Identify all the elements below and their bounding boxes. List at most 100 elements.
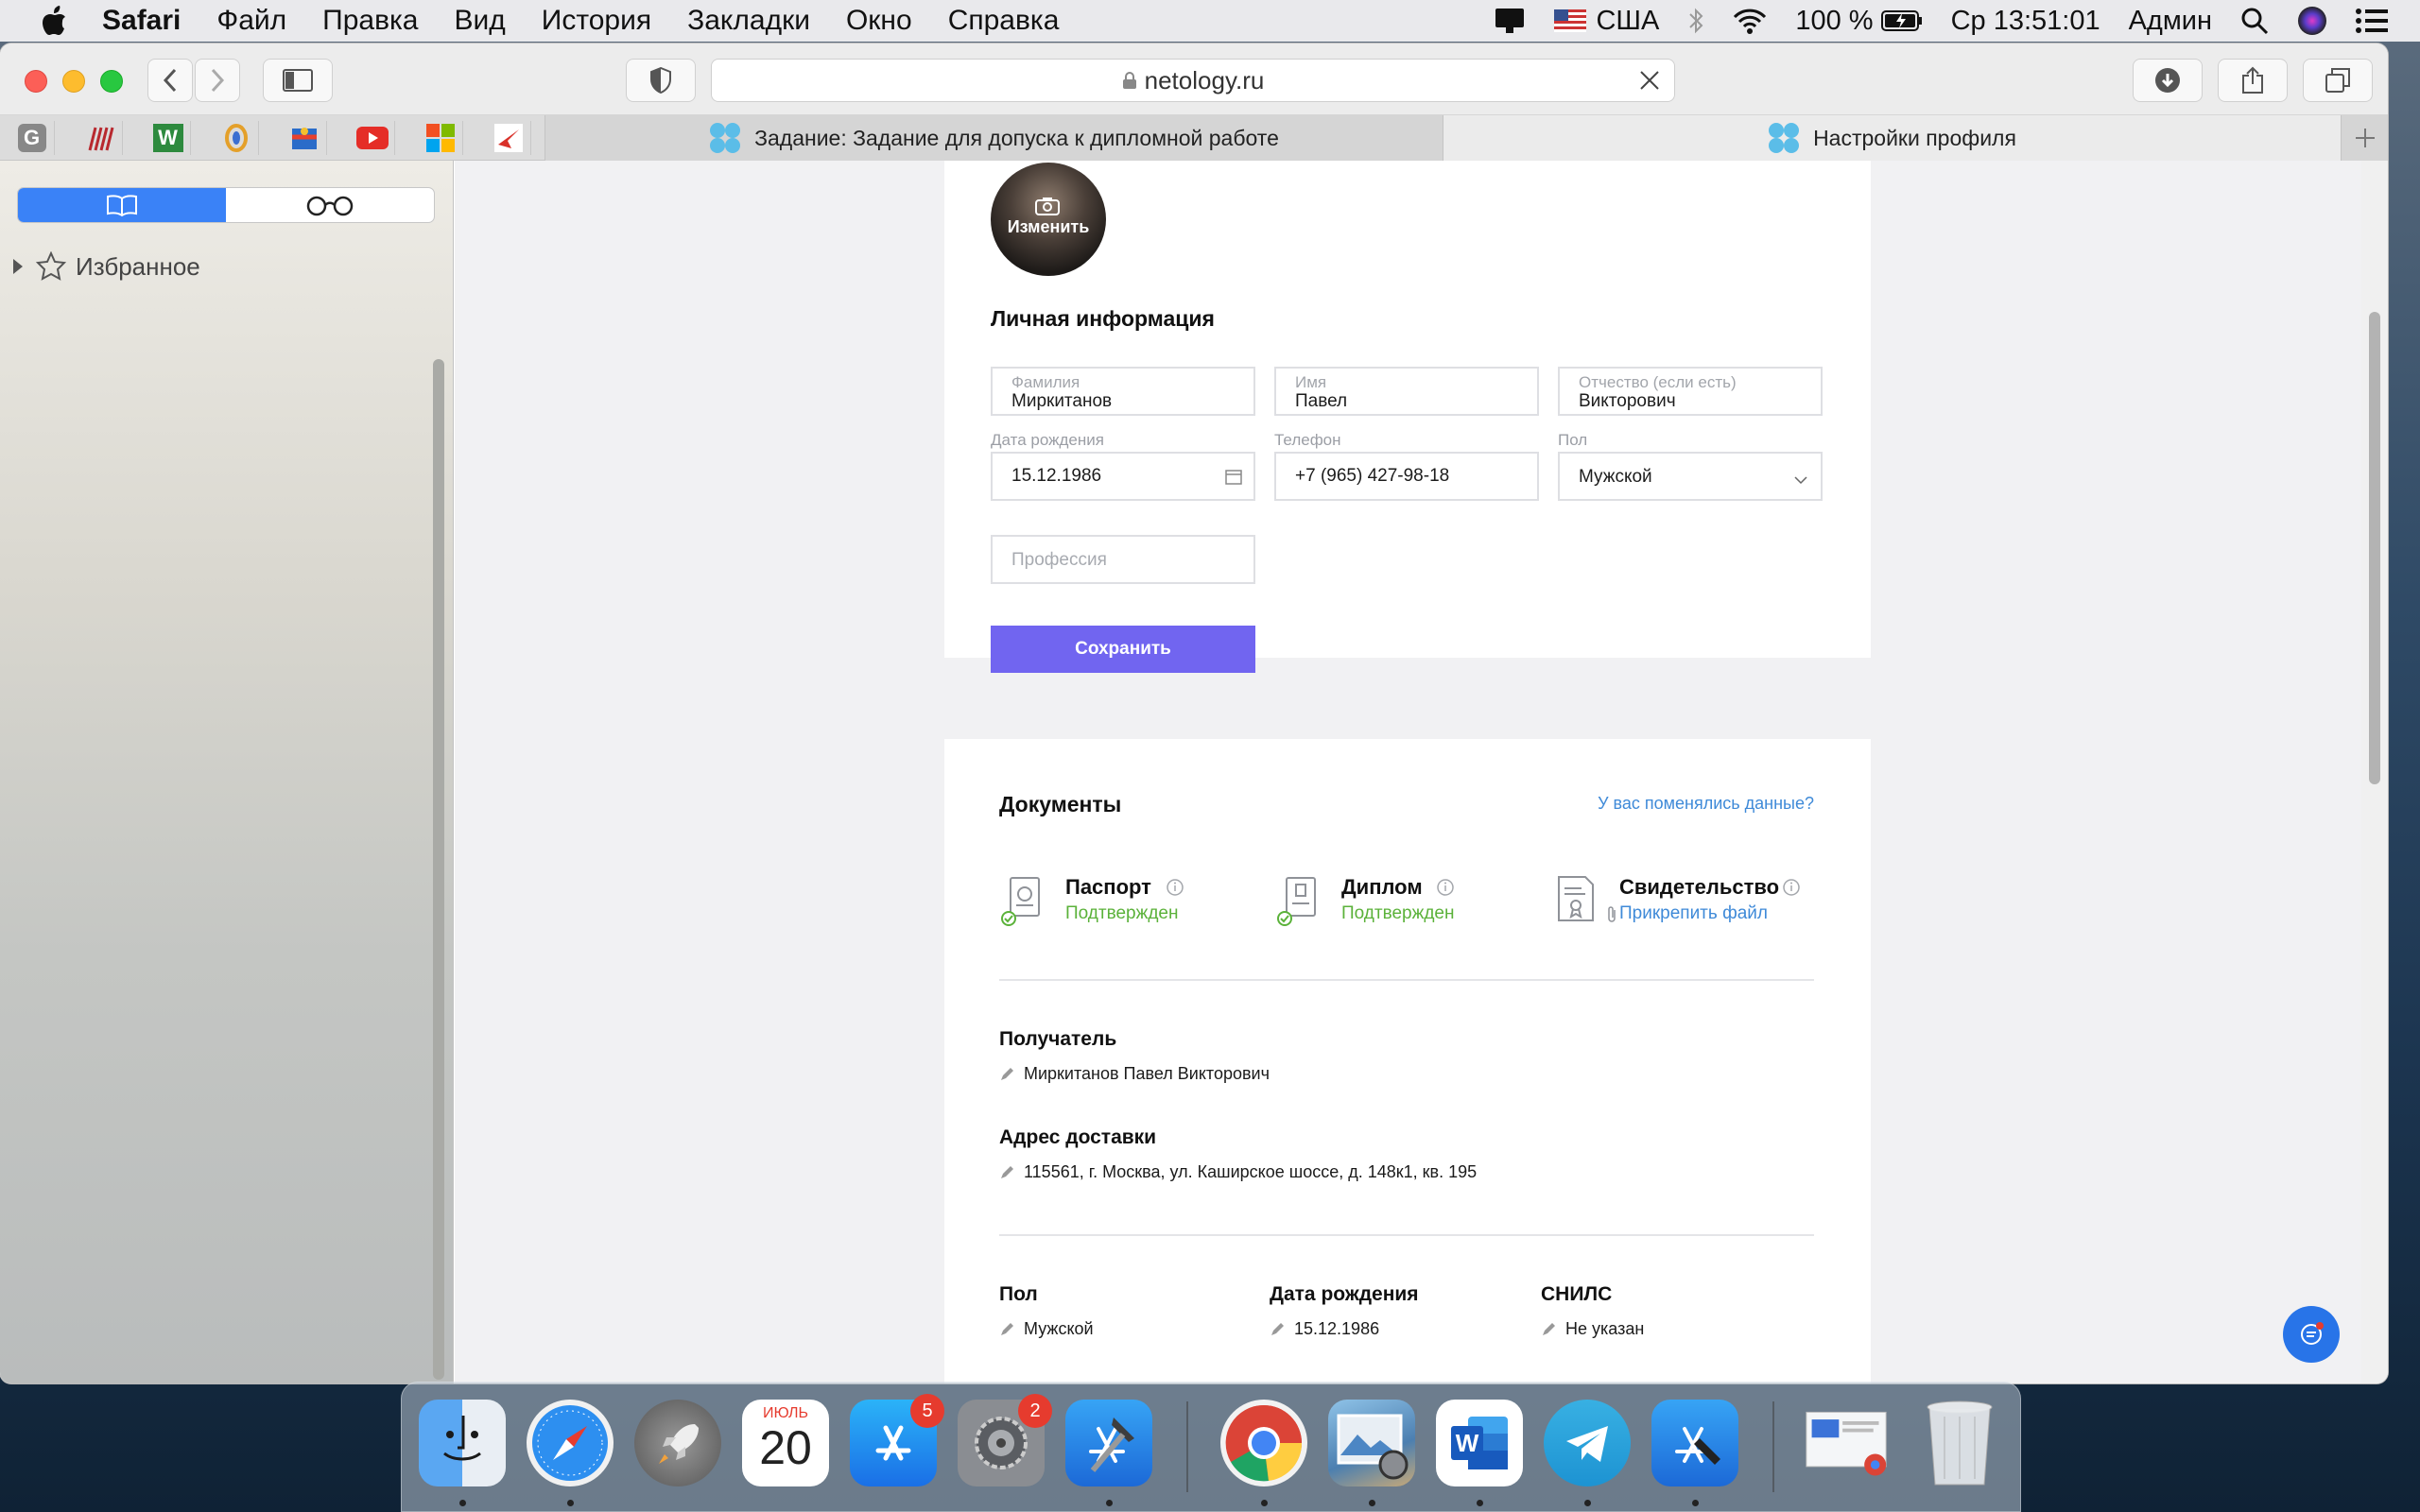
telegram-icon[interactable] [1544,1400,1631,1486]
downloads-button[interactable] [2133,59,2203,102]
xcode-beta-icon[interactable] [1651,1400,1738,1486]
safari-icon[interactable] [527,1400,614,1486]
finder-icon[interactable] [419,1400,506,1486]
profession-input[interactable]: Профессия [991,535,1255,584]
address-bar[interactable]: netology.ru [711,59,1675,102]
phone-field[interactable]: +7 (965) 427-98-18 [1274,452,1539,501]
tab-profile-settings[interactable]: Настройки профиля [1443,115,2341,161]
bookmark-youtube-icon[interactable] [350,121,395,155]
sidebar-item-favorites[interactable]: Избранное [11,251,200,282]
us-flag-icon[interactable] [1554,9,1587,32]
sidebar-scrollbar[interactable] [433,359,444,1380]
menu-help[interactable]: Справка [948,5,1060,37]
tab-overview-button[interactable] [2303,59,2373,102]
avatar[interactable]: Изменить [991,163,1106,276]
attach-file-link[interactable]: Прикрепить файл [1619,903,1768,924]
snils-row: Не указан [1541,1319,1644,1339]
diploma-icon [1277,877,1316,926]
gender-select[interactable]: Мужской [1558,452,1823,501]
patronymic-field[interactable]: Отчество (если есть) Викторович [1558,367,1823,416]
launchpad-icon[interactable] [634,1400,721,1486]
save-button[interactable]: Сохранить [991,626,1255,673]
minimize-window-button[interactable] [62,70,85,93]
siri-icon[interactable] [2297,6,2327,36]
bookmark-fire-icon[interactable] [78,121,123,155]
preview-icon[interactable] [1328,1400,1415,1486]
info-icon[interactable] [1782,878,1801,897]
passport-document[interactable]: Паспорт Подтвержден [999,875,1245,951]
dock-separator [1772,1401,1774,1492]
apple-icon[interactable] [36,2,74,40]
pencil-icon[interactable] [999,1165,1014,1180]
birthdate-field[interactable]: 15.12.1986 [991,452,1255,501]
spotlight-search-icon[interactable] [2240,7,2269,35]
personal-info-title: Личная информация [991,306,1215,331]
bookmark-w-icon[interactable]: W [146,121,191,155]
minimized-window-thumbnail[interactable] [1803,1400,1890,1486]
bookmark-book-icon[interactable] [282,121,327,155]
info-icon[interactable] [1436,878,1455,897]
xcode-icon[interactable] [1065,1400,1152,1486]
display-icon[interactable] [1494,7,1526,35]
calendar-icon[interactable] [1225,468,1242,490]
bookmarks-segment[interactable] [18,188,226,222]
bluetooth-icon[interactable] [1687,7,1704,35]
pencil-icon[interactable] [1270,1322,1285,1337]
certificate-document[interactable]: Свидетельство Прикрепить файл [1553,875,1837,951]
input-source-label[interactable]: США [1596,6,1659,37]
clear-url-icon[interactable] [1638,69,1661,98]
bookmarks-sidebar: Избранное [0,161,454,1383]
sidebar-segmented-control [17,187,435,223]
bookmark-colorful-icon[interactable] [214,121,259,155]
info-icon[interactable] [1166,878,1184,897]
data-changed-link[interactable]: У вас поменялись данные? [1598,794,1814,814]
page-scrollbar-thumb[interactable] [2369,312,2380,784]
word-icon[interactable]: W [1436,1400,1523,1486]
bookmark-microsoft-icon[interactable] [418,121,463,155]
name-field[interactable]: Имя Павел [1274,367,1539,416]
tab-assignment[interactable]: Задание: Задание для допуска к дипломной… [544,115,1443,161]
surname-field[interactable]: Фамилия Миркитанов [991,367,1255,416]
diploma-document[interactable]: Диплом Подтвержден [1275,875,1521,951]
diploma-status: Подтвержден [1341,903,1455,923]
forward-button[interactable] [195,59,240,102]
sidebar-toggle-button[interactable] [263,59,333,102]
bookmark-google-icon[interactable]: G [9,121,55,155]
battery-percent[interactable]: 100 % [1795,6,1873,37]
menu-bookmarks[interactable]: Закладки [687,5,810,37]
zoom-window-button[interactable] [100,70,123,93]
menu-history[interactable]: История [542,5,651,37]
menu-app-name[interactable]: Safari [102,5,181,37]
avatar-change-label[interactable]: Изменить [991,217,1106,237]
share-button[interactable] [2218,59,2288,102]
back-button[interactable] [147,59,193,102]
chat-button[interactable] [2283,1306,2340,1363]
reading-list-segment[interactable] [226,188,434,222]
gender-info-value: Мужской [1024,1319,1094,1338]
trash-icon[interactable] [1916,1400,2003,1486]
certificate-title: Свидетельство [1619,875,1780,899]
pencil-icon[interactable] [999,1067,1014,1082]
menu-edit[interactable]: Правка [322,5,418,37]
menu-file[interactable]: Файл [216,5,286,37]
close-window-button[interactable] [25,70,47,93]
user-name[interactable]: Админ [2129,6,2212,37]
disclosure-triangle-icon[interactable] [11,258,25,275]
chevron-down-icon [1794,472,1807,490]
recipient-title: Получатель [999,1028,1117,1050]
chrome-icon[interactable] [1220,1400,1307,1486]
diploma-title: Диплом [1341,875,1423,899]
privacy-report-button[interactable] [626,59,696,102]
birthdate-info-title: Дата рождения [1270,1283,1419,1305]
notification-center-icon[interactable] [2356,8,2388,34]
clock[interactable]: Ср 13:51:01 [1951,6,2100,37]
battery-icon[interactable] [1880,9,1923,32]
wifi-icon[interactable] [1733,8,1767,34]
new-tab-button[interactable] [2341,115,2388,161]
pencil-icon[interactable] [999,1322,1014,1337]
menu-view[interactable]: Вид [455,5,506,37]
calendar-icon[interactable]: ИЮЛЬ 20 [742,1400,829,1486]
pencil-icon[interactable] [1541,1322,1556,1337]
menu-window[interactable]: Окно [846,5,912,37]
bookmark-bird-icon[interactable] [486,121,531,155]
